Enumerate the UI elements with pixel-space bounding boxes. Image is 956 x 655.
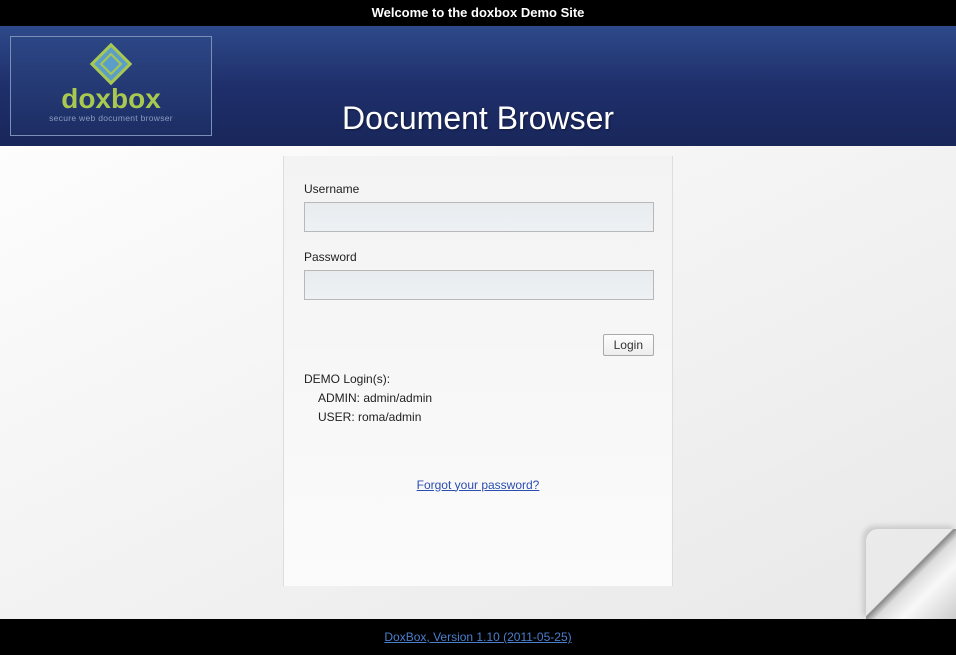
demo-admin-credentials: ADMIN: admin/admin xyxy=(304,389,652,408)
logo-diamond-icon xyxy=(90,43,132,85)
page-curl-decoration xyxy=(866,529,956,619)
logo: doxbox secure web document browser xyxy=(10,36,212,136)
login-button[interactable]: Login xyxy=(603,334,654,356)
button-row: Login xyxy=(304,334,654,356)
welcome-banner: Welcome to the doxbox Demo Site xyxy=(0,0,956,26)
username-input[interactable] xyxy=(304,202,654,232)
logo-subtext: secure web document browser xyxy=(49,113,173,123)
forgot-password-link[interactable]: Forgot your password? xyxy=(417,478,540,492)
footer: DoxBox, Version 1.10 (2011-05-25) xyxy=(0,619,956,655)
banner-text: Welcome to the doxbox Demo Site xyxy=(372,5,585,20)
version-link[interactable]: DoxBox, Version 1.10 (2011-05-25) xyxy=(384,630,571,644)
demo-user-credentials: USER: roma/admin xyxy=(304,408,652,427)
content-area: Username Password Login DEMO Login(s): A… xyxy=(0,146,956,619)
password-label: Password xyxy=(304,250,652,264)
demo-heading: DEMO Login(s): xyxy=(304,370,652,389)
header: doxbox secure web document browser Docum… xyxy=(0,26,956,146)
password-input[interactable] xyxy=(304,270,654,300)
page-title: Document Browser xyxy=(342,100,614,137)
logo-text: doxbox xyxy=(61,83,161,115)
username-label: Username xyxy=(304,182,652,196)
login-panel: Username Password Login DEMO Login(s): A… xyxy=(283,156,673,586)
demo-info: DEMO Login(s): ADMIN: admin/admin USER: … xyxy=(304,370,652,428)
forgot-password-row: Forgot your password? xyxy=(304,476,652,494)
